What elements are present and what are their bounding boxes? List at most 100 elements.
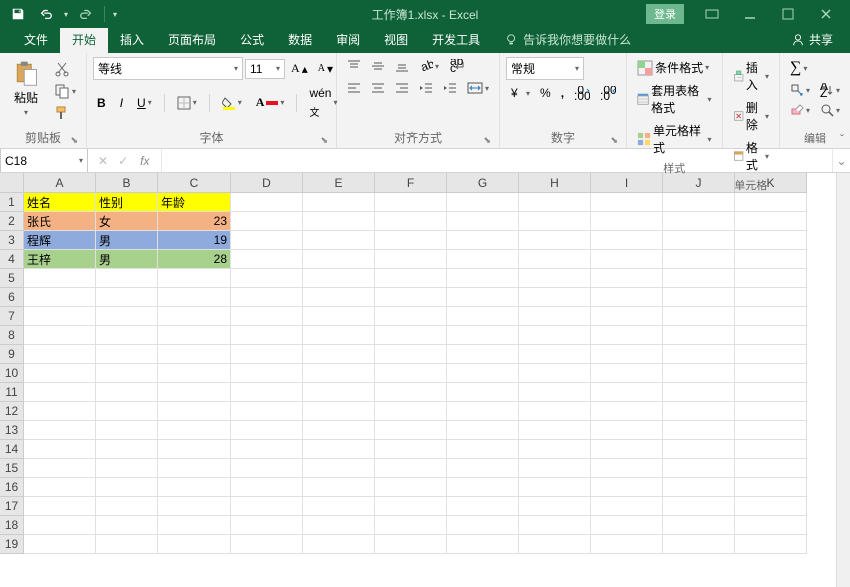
fill-color-button[interactable]: ▾ bbox=[218, 94, 246, 112]
cell[interactable] bbox=[231, 383, 303, 402]
expand-formula-bar-button[interactable]: ⌄ bbox=[832, 149, 850, 172]
fx-icon[interactable]: fx bbox=[138, 154, 151, 168]
bold-button[interactable]: B bbox=[93, 94, 110, 112]
borders-button[interactable]: ▾ bbox=[173, 94, 201, 112]
cell[interactable] bbox=[735, 535, 807, 554]
number-format-combo[interactable]: 常规▾ bbox=[506, 57, 584, 80]
cell[interactable] bbox=[303, 459, 375, 478]
cell[interactable]: 张氏 bbox=[24, 212, 96, 231]
cell[interactable] bbox=[663, 193, 735, 212]
cell[interactable] bbox=[96, 459, 158, 478]
cell[interactable] bbox=[158, 383, 231, 402]
cell[interactable] bbox=[447, 535, 519, 554]
cell[interactable] bbox=[663, 383, 735, 402]
cell[interactable] bbox=[303, 345, 375, 364]
cell[interactable] bbox=[375, 364, 447, 383]
maximize-button[interactable] bbox=[770, 3, 806, 25]
dialog-launcher-icon[interactable]: ⬊ bbox=[70, 135, 78, 146]
cell[interactable]: 女 bbox=[96, 212, 158, 231]
cell[interactable] bbox=[591, 402, 663, 421]
cell[interactable] bbox=[447, 440, 519, 459]
cell[interactable] bbox=[591, 269, 663, 288]
percent-button[interactable]: % bbox=[536, 84, 555, 102]
cell[interactable] bbox=[519, 326, 591, 345]
cell[interactable] bbox=[231, 269, 303, 288]
row-header[interactable]: 9 bbox=[0, 345, 24, 364]
name-box[interactable]: C18▾ bbox=[0, 149, 88, 172]
tab-pagelayout[interactable]: 页面布局 bbox=[156, 26, 228, 53]
cell[interactable] bbox=[591, 288, 663, 307]
row-header[interactable]: 8 bbox=[0, 326, 24, 345]
cell[interactable] bbox=[663, 516, 735, 535]
row-header[interactable]: 18 bbox=[0, 516, 24, 535]
cell[interactable] bbox=[519, 421, 591, 440]
cell[interactable] bbox=[375, 269, 447, 288]
cell[interactable] bbox=[303, 402, 375, 421]
cell[interactable] bbox=[303, 364, 375, 383]
cell[interactable] bbox=[447, 345, 519, 364]
cell[interactable] bbox=[663, 307, 735, 326]
cell[interactable] bbox=[375, 307, 447, 326]
cell[interactable] bbox=[663, 269, 735, 288]
cell[interactable] bbox=[663, 212, 735, 231]
row-header[interactable]: 19 bbox=[0, 535, 24, 554]
cell[interactable] bbox=[591, 440, 663, 459]
cell[interactable] bbox=[303, 421, 375, 440]
row-header[interactable]: 1 bbox=[0, 193, 24, 212]
cell[interactable] bbox=[447, 212, 519, 231]
cell[interactable] bbox=[591, 497, 663, 516]
cell[interactable] bbox=[735, 345, 807, 364]
wrap-text-button[interactable]: abc bbox=[445, 57, 469, 75]
cell[interactable] bbox=[663, 345, 735, 364]
fill-button[interactable]: ▾ bbox=[786, 81, 814, 99]
cell[interactable] bbox=[375, 535, 447, 554]
cell[interactable] bbox=[591, 212, 663, 231]
cell[interactable]: 程辉 bbox=[24, 231, 96, 250]
cell[interactable] bbox=[158, 535, 231, 554]
cell[interactable] bbox=[158, 326, 231, 345]
cell[interactable] bbox=[447, 478, 519, 497]
column-header[interactable]: E bbox=[303, 173, 375, 193]
cell[interactable] bbox=[447, 516, 519, 535]
cell[interactable] bbox=[519, 383, 591, 402]
cell[interactable] bbox=[24, 459, 96, 478]
row-header[interactable]: 12 bbox=[0, 402, 24, 421]
delete-cells-button[interactable]: 删除▾ bbox=[729, 97, 773, 135]
cell[interactable] bbox=[158, 440, 231, 459]
cell[interactable] bbox=[158, 269, 231, 288]
cell[interactable] bbox=[447, 383, 519, 402]
row-header[interactable]: 4 bbox=[0, 250, 24, 269]
cell[interactable] bbox=[96, 307, 158, 326]
cell[interactable] bbox=[303, 383, 375, 402]
clear-button[interactable]: ▾ bbox=[786, 101, 814, 119]
save-button[interactable] bbox=[8, 4, 28, 24]
close-button[interactable] bbox=[808, 3, 844, 25]
cell[interactable] bbox=[591, 535, 663, 554]
login-button[interactable]: 登录 bbox=[646, 4, 684, 24]
cell[interactable] bbox=[96, 383, 158, 402]
share-button[interactable]: 共享 bbox=[786, 26, 838, 53]
row-header[interactable]: 6 bbox=[0, 288, 24, 307]
redo-button[interactable] bbox=[76, 4, 96, 24]
cell[interactable] bbox=[663, 478, 735, 497]
cell[interactable] bbox=[375, 516, 447, 535]
tab-developer[interactable]: 开发工具 bbox=[420, 26, 492, 53]
row-header[interactable]: 16 bbox=[0, 478, 24, 497]
cell[interactable] bbox=[158, 288, 231, 307]
decrease-decimal-button[interactable]: .00.0 bbox=[596, 84, 620, 102]
cell[interactable] bbox=[231, 421, 303, 440]
cell[interactable] bbox=[303, 478, 375, 497]
font-size-combo[interactable]: 11▾ bbox=[245, 59, 285, 79]
cell[interactable] bbox=[735, 288, 807, 307]
align-left-button[interactable] bbox=[343, 79, 365, 97]
cell[interactable] bbox=[231, 535, 303, 554]
underline-button[interactable]: U▾ bbox=[133, 94, 156, 112]
cell[interactable] bbox=[96, 402, 158, 421]
column-header[interactable]: D bbox=[231, 173, 303, 193]
cell[interactable] bbox=[96, 516, 158, 535]
cell[interactable] bbox=[519, 345, 591, 364]
cell[interactable] bbox=[375, 193, 447, 212]
cell[interactable] bbox=[24, 326, 96, 345]
cell[interactable] bbox=[158, 497, 231, 516]
cell[interactable] bbox=[663, 288, 735, 307]
